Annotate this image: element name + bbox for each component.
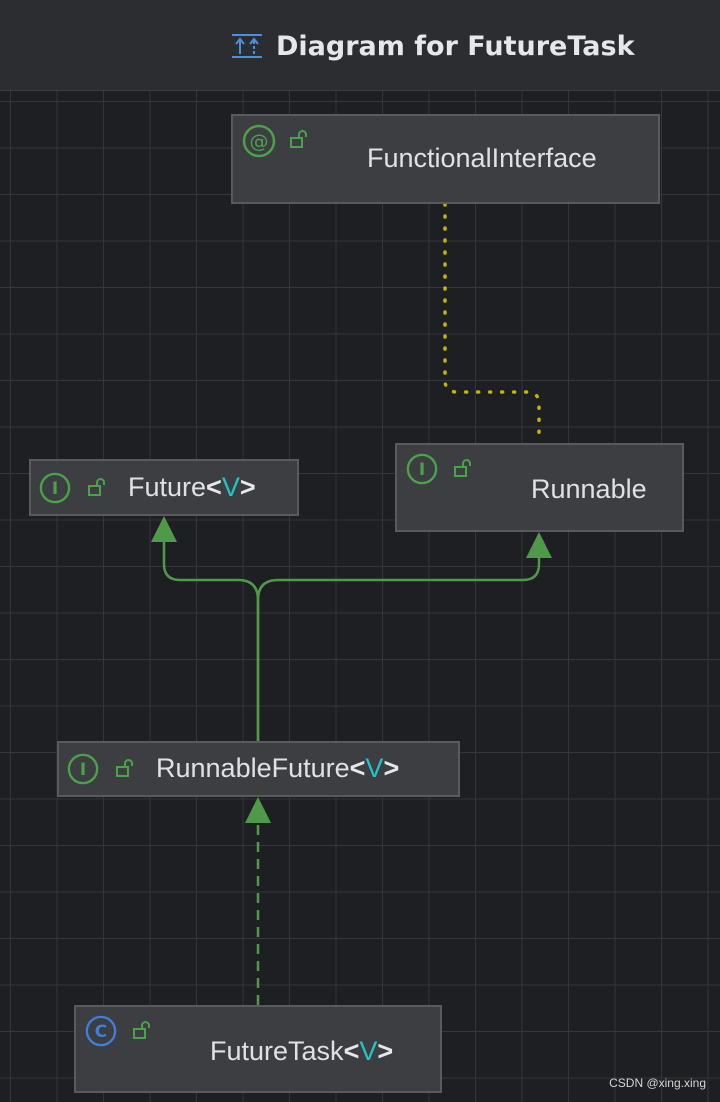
- generic-open: <: [206, 472, 222, 502]
- edge-runnablefuture-future: [162, 540, 260, 741]
- unlocked-icon: [88, 478, 105, 496]
- svg-text:I: I: [419, 459, 425, 479]
- unlocked-icon: [290, 130, 307, 148]
- type-parameter: V: [221, 472, 240, 502]
- node-future-task[interactable]: C FutureTask<V>: [74, 1005, 442, 1093]
- watermark: CSDN @xing.xing: [609, 1076, 706, 1090]
- svg-text:@: @: [250, 131, 269, 153]
- class-name: Future: [128, 472, 207, 502]
- node-runnable-future[interactable]: I RunnableFuture<V>: [57, 741, 460, 797]
- interface-icon: I: [406, 453, 438, 485]
- svg-text:I: I: [80, 759, 86, 779]
- type-parameter: V: [365, 753, 384, 783]
- interface-icon: I: [67, 753, 99, 785]
- class-icon: C: [85, 1015, 117, 1047]
- node-name: Runnable: [531, 474, 647, 504]
- generic-close: >: [383, 753, 400, 783]
- svg-text:I: I: [52, 478, 58, 498]
- arrowhead-runnablefuture: [245, 797, 271, 823]
- node-functional-interface[interactable]: @ FunctionalInterface: [231, 114, 660, 204]
- node-runnable[interactable]: I Runnable: [395, 443, 684, 532]
- generic-close: >: [239, 472, 256, 502]
- type-parameter: V: [359, 1036, 378, 1066]
- interface-icon: I: [39, 472, 71, 504]
- generic-open: <: [349, 753, 366, 783]
- annotation-icon: @: [242, 124, 276, 158]
- class-name: RunnableFuture: [156, 753, 350, 783]
- arrowhead-future: [151, 516, 177, 542]
- node-future[interactable]: I Future<V>: [29, 459, 299, 516]
- generic-close: >: [377, 1036, 394, 1066]
- svg-text:C: C: [95, 1021, 107, 1041]
- node-name: FunctionalInterface: [367, 143, 597, 173]
- node-name: FutureTask<V>: [210, 1036, 393, 1067]
- edge-runnablefuture-runnable: [256, 556, 541, 741]
- unlocked-icon: [133, 1021, 150, 1039]
- arrowhead-runnable: [526, 532, 552, 558]
- node-name: Future<V>: [128, 472, 256, 503]
- unlocked-icon: [454, 459, 471, 477]
- node-name: RunnableFuture<V>: [156, 753, 399, 784]
- edge-runnable-functionalinterface: [443, 202, 541, 442]
- generic-open: <: [343, 1036, 360, 1066]
- class-name: FutureTask: [210, 1036, 344, 1066]
- unlocked-icon: [116, 759, 133, 777]
